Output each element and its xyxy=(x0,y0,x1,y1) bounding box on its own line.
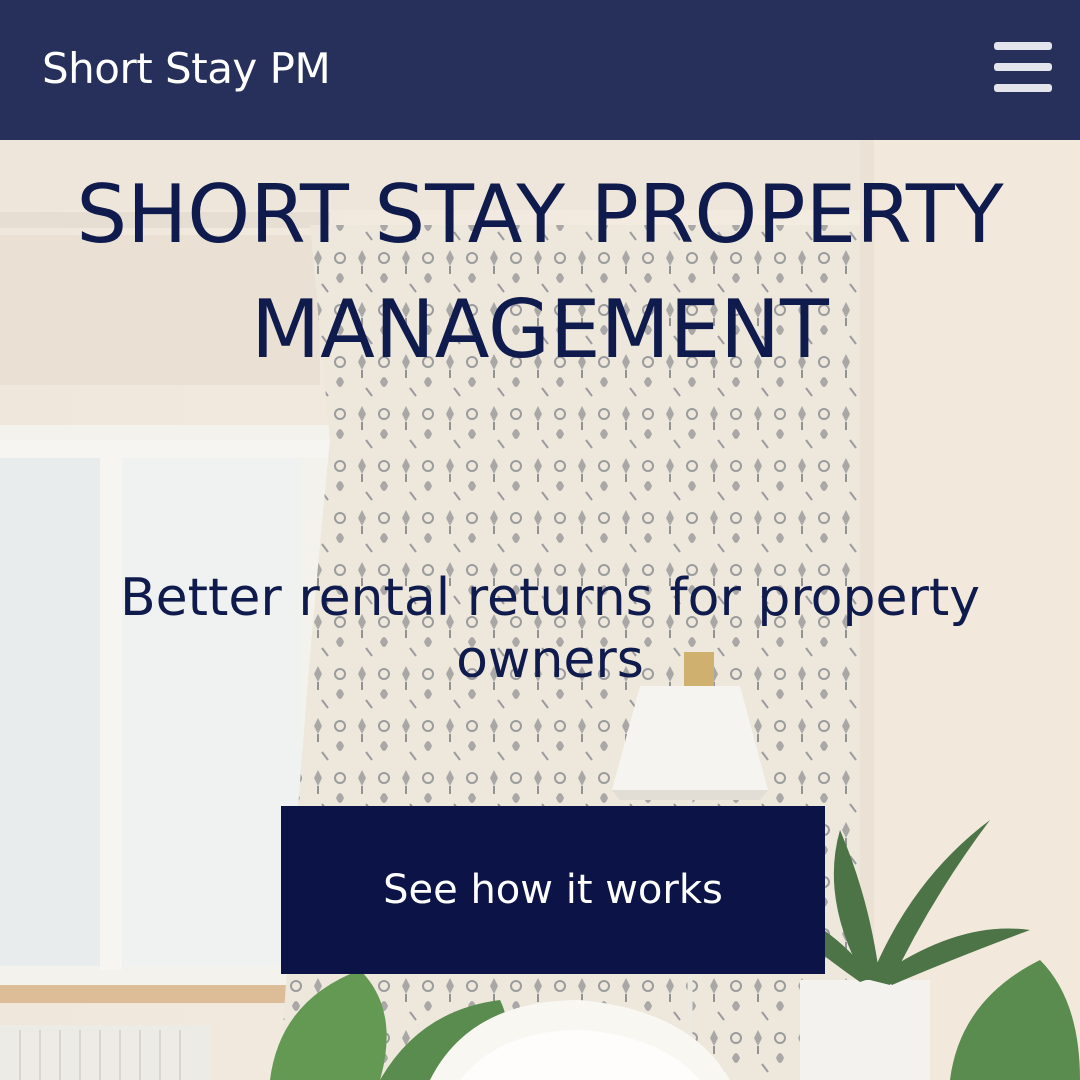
hero-subtitle: Better rental returns for property owner… xyxy=(119,568,980,690)
menu-bar xyxy=(994,63,1052,71)
hero-title: SHORT STAY PROPERTY MANAGEMENT xyxy=(76,168,1004,376)
top-navbar: Short Stay PM xyxy=(0,0,1080,140)
menu-bar xyxy=(994,84,1052,92)
see-how-it-works-button[interactable]: See how it works xyxy=(281,806,825,974)
menu-bar xyxy=(994,42,1052,50)
hamburger-menu-icon[interactable] xyxy=(994,42,1052,92)
brand-logo-text[interactable]: Short Stay PM xyxy=(42,44,331,93)
